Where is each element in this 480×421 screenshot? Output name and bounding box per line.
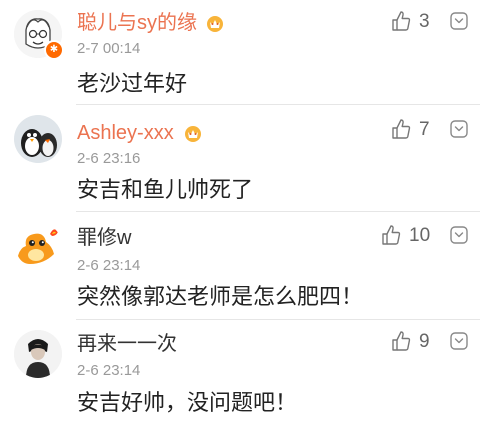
verified-badge-icon: ✱: [44, 40, 64, 60]
comment-text: 安吉好帅，没问题吧！: [77, 391, 298, 416]
comment-item: Ashley-xxx 2-6 23:16 安吉和鱼儿帅死了 7: [0, 105, 480, 212]
comment-timestamp: 2-6 23:14: [77, 257, 141, 274]
vip-crown-icon: [185, 126, 201, 142]
comment-text: 安吉和鱼儿帅死了: [77, 178, 254, 203]
like-count: 7: [419, 119, 430, 140]
comment-timestamp: 2-7 00:14: [77, 40, 141, 57]
more-options-icon[interactable]: [449, 119, 469, 139]
comment-username[interactable]: 聪儿与sy的缘: [77, 11, 197, 35]
more-options-icon[interactable]: [449, 225, 469, 245]
thumbs-up-icon[interactable]: [381, 224, 401, 246]
thumbs-up-icon[interactable]: [391, 330, 411, 352]
comment-timestamp: 2-6 23:16: [77, 150, 141, 167]
like-count: 3: [419, 11, 430, 32]
comment-list: ✱ 聪儿与sy的缘 2-7 00:14 老沙过年好 3 Ashley-xxx 2…: [0, 0, 480, 421]
comment-item: 再来一一次 2-6 23:14 安吉好帅，没问题吧！ 9: [0, 320, 480, 421]
charmander-avatar-icon[interactable]: [14, 222, 62, 270]
comment-item: ✱ 聪儿与sy的缘 2-7 00:14 老沙过年好 3: [0, 0, 480, 105]
comment-timestamp: 2-6 23:14: [77, 362, 141, 379]
thumbs-up-icon[interactable]: [391, 118, 411, 140]
comment-username[interactable]: 罪修w: [77, 226, 131, 250]
penguin-avatar-icon[interactable]: [14, 115, 62, 163]
like-count: 9: [419, 331, 430, 352]
comment-text: 突然像郭达老师是怎么肥四！: [77, 285, 364, 310]
more-options-icon[interactable]: [449, 331, 469, 351]
comment-item: 罪修w 2-6 23:14 突然像郭达老师是怎么肥四！ 10: [0, 212, 480, 320]
comment-text: 老沙过年好: [77, 72, 188, 97]
vip-crown-icon: [207, 16, 223, 32]
thumbs-up-icon[interactable]: [391, 10, 411, 32]
person-photo-avatar-icon[interactable]: [14, 330, 62, 378]
comment-username[interactable]: Ashley-xxx: [77, 121, 174, 145]
comment-username[interactable]: 再来一一次: [77, 332, 177, 356]
more-options-icon[interactable]: [449, 11, 469, 31]
like-count: 10: [409, 225, 431, 246]
